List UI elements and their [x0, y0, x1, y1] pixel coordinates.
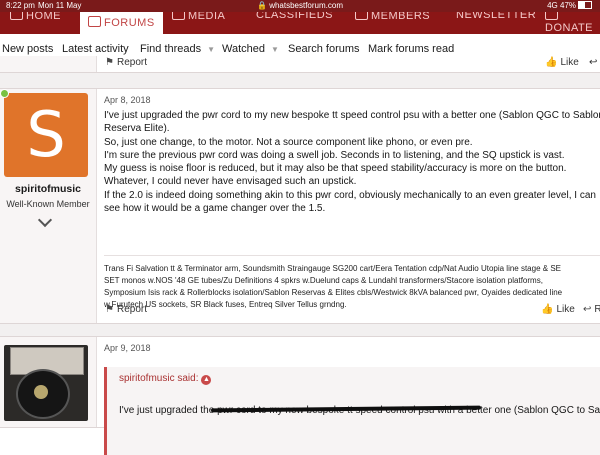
post-body: Apr 8, 2018 I've just upgraded the pwr c… — [97, 89, 600, 323]
mark-forums-read-link[interactable]: Mark forums read — [368, 43, 454, 55]
quote-block: spiritofmusic said: ▲ I've just upgraded … — [104, 367, 600, 455]
main-nav: HOME FORUMS MEDIA CLASSIFIEDS MEMBERS NE… — [0, 12, 600, 34]
post-message: I've just upgraded the pwr cord to my ne… — [104, 109, 600, 215]
flag-icon: ⚑ — [105, 57, 114, 68]
nav-media-label: MEDIA — [188, 12, 226, 22]
message-line: If the 2.0 is indeed doing something aki… — [104, 189, 596, 201]
media-icon — [172, 12, 185, 20]
online-status-icon — [0, 89, 9, 98]
signature-line: Symposium Isis rack & Rollerblocks isola… — [104, 288, 563, 297]
arrow-up-icon: ▲ — [201, 375, 212, 385]
nav-home[interactable]: HOME — [10, 12, 61, 22]
report-label: Report — [116, 304, 147, 315]
donate-icon — [545, 12, 558, 20]
like-label: Like — [560, 57, 579, 68]
reply-button[interactable]: ↩ R — [583, 304, 600, 315]
search-forums-link[interactable]: Search forums — [288, 43, 360, 55]
message-line: I'm sure the previous pwr cord was doing… — [104, 149, 565, 161]
status-right: 4G 47% — [547, 0, 592, 12]
chevron-down-icon[interactable] — [37, 212, 53, 228]
thumbs-up-icon: 👍 — [541, 304, 554, 315]
quote-attribution[interactable]: spiritofmusic said: ▲ — [119, 373, 212, 385]
nav-classifieds-label: CLASSIFIEDS — [256, 12, 334, 21]
nav-forums-label: FORUMS — [104, 17, 155, 29]
reply-label: R — [594, 304, 600, 315]
nav-media[interactable]: MEDIA — [172, 12, 225, 22]
url-text: whatsbestforum.com — [269, 1, 343, 10]
like-label: Like — [556, 304, 575, 315]
nav-donate-label: DONATE — [545, 22, 594, 34]
avatar[interactable]: S — [4, 93, 88, 177]
avatar-letter: S — [26, 98, 66, 171]
like-button[interactable]: 👍 Like — [541, 304, 575, 315]
reply-icon: ↩ — [583, 304, 592, 315]
chevron-down-icon: ▼ — [271, 45, 279, 54]
watched-label: Watched — [222, 43, 266, 55]
post-date[interactable]: Apr 8, 2018 — [104, 95, 151, 105]
message-line: see how it would be a game changer over … — [104, 203, 326, 215]
message-line: I've just upgraded the pwr cord to my ne… — [104, 110, 600, 121]
find-threads-label: Find threads — [140, 43, 202, 55]
user-column: S spiritofmusic Well-Known Member — [0, 89, 97, 323]
nav-members-label: MEMBERS — [371, 12, 431, 22]
nav-newsletter-label: NEWSLETTER — [456, 12, 537, 21]
status-bar: 8:22 pm Mon 11 May 🔒 whatsbestforum.com … — [0, 0, 600, 12]
lock-icon: 🔒 — [256, 1, 267, 10]
message-line: So, just one change, to the motor. Not a… — [104, 136, 473, 148]
members-icon — [355, 12, 368, 20]
flag-icon: ⚑ — [105, 304, 114, 315]
signal-text: 4G 47% — [547, 1, 576, 10]
post-body: ⚑ Report 👍 Like ↩ — [97, 56, 600, 72]
report-link[interactable]: ⚑ Report — [105, 304, 147, 315]
url-display: 🔒 whatsbestforum.com — [0, 0, 600, 12]
post-body: Apr 9, 2018 spiritofmusic said: ▲ I've ju… — [97, 337, 600, 455]
thumbs-up-icon: 👍 — [545, 57, 558, 68]
nav-classifieds[interactable]: CLASSIFIEDS — [256, 12, 333, 21]
previous-post-footer: ⚑ Report 👍 Like ↩ — [0, 56, 600, 73]
latest-activity-link[interactable]: Latest activity — [62, 43, 129, 55]
post-date[interactable]: Apr 9, 2018 — [104, 343, 151, 353]
report-label: Report — [116, 57, 147, 68]
message-line: Whatever, I could never have envisaged s… — [104, 176, 357, 188]
forums-icon — [88, 16, 101, 27]
nav-newsletter[interactable]: NEWSLETTER — [456, 12, 536, 21]
home-icon — [10, 12, 23, 20]
report-link[interactable]: ⚑ Report — [105, 57, 147, 68]
signature-line: w.Furutech US sockets, SR Black fuses, E… — [104, 300, 347, 309]
signature: Trans Fi Salvation tt & Terminator arm, … — [104, 263, 562, 311]
user-column — [0, 337, 97, 427]
user-title: Well-Known Member — [6, 199, 90, 209]
chevron-down-icon: ▼ — [207, 45, 216, 54]
quote-attribution-label: spiritofmusic said: — [119, 373, 199, 384]
record-label — [34, 385, 48, 399]
nav-forums[interactable]: FORUMS — [80, 12, 163, 34]
post: S spiritofmusic Well-Known Member Apr 8,… — [0, 88, 600, 324]
like-button[interactable]: 👍 Like — [545, 57, 579, 68]
user-column — [0, 56, 97, 72]
find-threads-link[interactable]: Find threads ▼ — [140, 43, 215, 55]
nav-donate[interactable]: DONATE — [545, 12, 600, 34]
post: Apr 9, 2018 spiritofmusic said: ▲ I've ju… — [0, 336, 600, 455]
avatar[interactable] — [4, 345, 88, 421]
nav-members[interactable]: MEMBERS — [355, 12, 430, 22]
message-line: My guess is noise floor is reduced, but … — [104, 163, 567, 175]
battery-icon — [578, 1, 592, 9]
reply-icon[interactable]: ↩ — [589, 57, 597, 68]
message-line: Reserva Elite). — [104, 123, 170, 135]
watched-link[interactable]: Watched ▼ — [222, 43, 279, 55]
signature-divider — [104, 255, 600, 256]
signature-line: Trans Fi Salvation tt & Terminator arm, … — [104, 264, 561, 273]
username[interactable]: spiritofmusic — [0, 183, 96, 195]
signature-line: SET monos w.NOS '48 GE tubes/Zu Definiti… — [104, 276, 543, 285]
nav-home-label: HOME — [26, 12, 61, 22]
new-posts-link[interactable]: New posts — [2, 43, 53, 55]
